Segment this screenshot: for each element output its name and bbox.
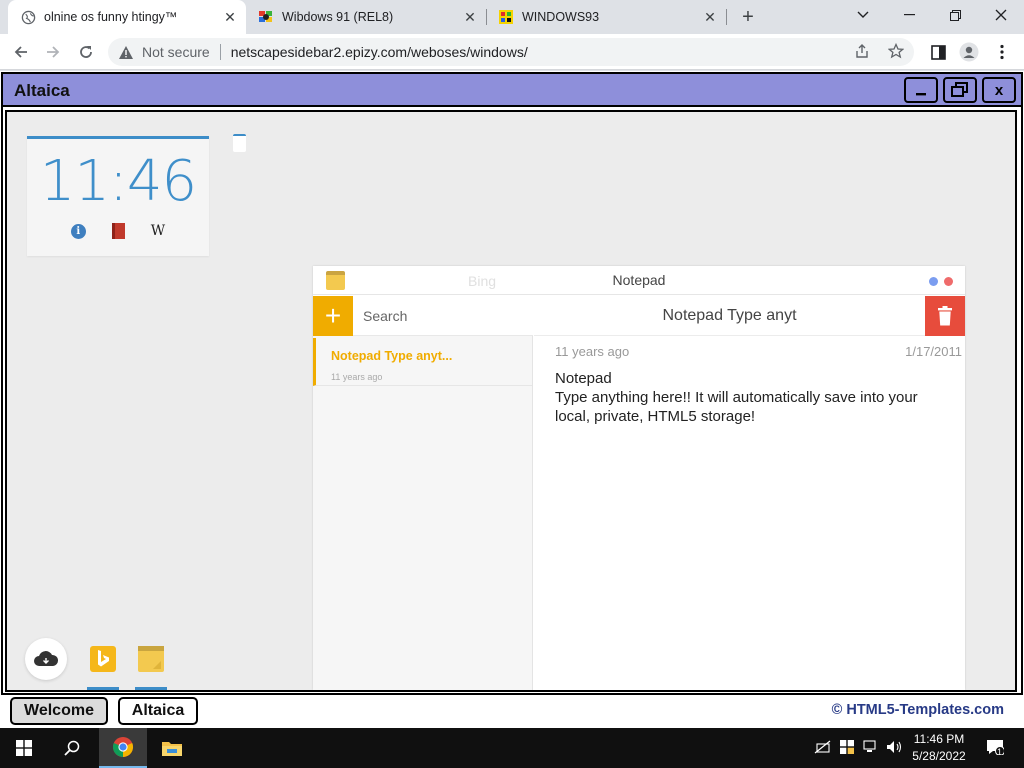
app-window: Altaica x 11:46 i W Bing Notepad + Searc…	[1, 72, 1023, 695]
network-disconnected-icon[interactable]	[814, 738, 832, 756]
app-desktop: 11:46 i W Bing Notepad + Search Notepad …	[5, 110, 1017, 692]
tab-strip: olnine os funny htingy™ ✕ Wibdows 91 (RE…	[0, 0, 1024, 34]
windows-taskbar: 11:46 PM 5/28/2022 1	[0, 728, 1024, 768]
note-text-line: Notepad	[555, 370, 612, 387]
address-bar[interactable]: Not secure netscapesidebar2.epizy.com/we…	[108, 38, 914, 66]
sticky-note-icon	[326, 271, 345, 290]
notepad-titlebar[interactable]: Bing Notepad	[313, 266, 965, 295]
book-icon[interactable]	[111, 223, 125, 239]
app-titlebar[interactable]: Altaica x	[3, 74, 1021, 107]
notepad-title: Notepad	[612, 272, 666, 288]
url-text[interactable]: netscapesidebar2.epizy.com/weboses/windo…	[231, 44, 528, 60]
start-windows-icon[interactable]	[0, 728, 48, 768]
web-page: Altaica x 11:46 i W Bing Notepad + Searc…	[0, 71, 1024, 728]
active-indicator	[87, 687, 119, 690]
search-icon[interactable]	[48, 728, 96, 768]
close-window-icon[interactable]	[978, 0, 1024, 30]
app-title: Altaica	[14, 81, 70, 100]
tab-close-icon[interactable]: ✕	[700, 7, 720, 27]
note-item-age: 11 years ago	[331, 372, 383, 382]
not-secure-label[interactable]: Not secure	[142, 44, 210, 60]
minimize-dot-icon[interactable]	[929, 277, 938, 286]
notes-sidebar: + Notepad Type anyt... 11 years ago	[313, 296, 533, 690]
note-title[interactable]: Notepad Type anyt	[534, 307, 925, 325]
trash-icon	[938, 306, 952, 326]
page-bottom-bar: Welcome Altaica © HTML5-Templates.com	[0, 695, 1024, 728]
file-explorer-icon[interactable]	[148, 728, 196, 768]
active-indicator	[135, 687, 167, 690]
windows-update-icon[interactable]	[838, 738, 856, 756]
bing-icon	[90, 646, 116, 672]
note-item-title: Notepad Type anyt...	[331, 349, 453, 363]
note-editor[interactable]: 11 years ago 1/17/2011 Notepad Type anyt…	[534, 337, 965, 690]
bookmark-star-icon[interactable]	[887, 42, 905, 62]
app-minimize-button[interactable]	[904, 77, 938, 103]
system-clock[interactable]: 11:46 PM 5/28/2022	[904, 731, 974, 765]
add-note-button[interactable]: +	[313, 296, 353, 336]
note-text[interactable]: Notepad Type anything here!! It will aut…	[555, 369, 950, 426]
close-dot-icon[interactable]	[944, 277, 953, 286]
mini-widget[interactable]	[233, 134, 246, 152]
bing-dock-item[interactable]	[87, 644, 121, 690]
search-input[interactable]	[353, 296, 533, 336]
network-icon[interactable]	[862, 738, 880, 756]
info-icon[interactable]: i	[70, 223, 86, 239]
credit-link[interactable]: © HTML5-Templates.com	[832, 702, 1004, 718]
note-age: 11 years ago	[555, 344, 630, 359]
globe-icon	[20, 9, 36, 25]
note-list-item[interactable]: Notepad Type anyt... 11 years ago	[313, 338, 532, 386]
tab-windows93[interactable]: WINDOWS93 ✕	[486, 0, 726, 34]
tab-title: WINDOWS93	[522, 10, 600, 24]
tab-olnine-os[interactable]: olnine os funny htingy™ ✕	[8, 0, 246, 34]
chrome-icon[interactable]	[99, 728, 147, 768]
notepad-dock-item[interactable]	[135, 644, 169, 690]
back-arrow-icon[interactable]	[8, 39, 34, 65]
notifications-icon[interactable]: 1	[983, 738, 1007, 757]
share-icon[interactable]	[854, 43, 870, 62]
windows-flag-icon	[258, 9, 274, 25]
more-menu-icon[interactable]	[992, 42, 1012, 62]
reload-icon[interactable]	[73, 39, 99, 65]
tab-separator	[726, 9, 727, 25]
tab-wibdows-91[interactable]: Wibdows 91 (REL8) ✕	[246, 0, 486, 34]
divider	[219, 44, 221, 60]
note-date: 1/17/2011	[905, 344, 962, 359]
w93-icon	[498, 9, 514, 25]
welcome-tab[interactable]: Welcome	[10, 697, 108, 725]
profile-avatar-icon[interactable]	[959, 42, 979, 62]
restore-window-icon[interactable]	[932, 0, 978, 30]
w-icon[interactable]: W	[151, 223, 165, 239]
note-text-line: Type anything here!! It will automatical…	[555, 389, 918, 425]
app-maximize-button[interactable]	[943, 77, 977, 103]
clock-widget: 11:46 i W	[27, 136, 209, 256]
app-close-button[interactable]: x	[982, 77, 1016, 103]
cloud-icon[interactable]	[25, 638, 67, 680]
notification-count: 1	[997, 747, 1003, 757]
browser-toolbar: Not secure netscapesidebar2.epizy.com/we…	[0, 34, 1024, 70]
warning-triangle-icon[interactable]	[118, 45, 136, 60]
delete-note-button[interactable]	[925, 296, 965, 336]
tab-title: Wibdows 91 (REL8)	[282, 10, 394, 24]
note-header: Notepad Type anyt	[534, 296, 965, 336]
notepad-window: Bing Notepad + Notepad Type anyt... 11 y…	[313, 266, 965, 690]
sticky-note-icon	[138, 646, 164, 672]
tab-close-icon[interactable]: ✕	[220, 7, 240, 27]
side-panel-icon[interactable]	[928, 42, 948, 62]
new-tab-button[interactable]: +	[736, 5, 760, 29]
clock-time-text: 11:46 PM	[913, 732, 965, 746]
minimize-window-icon[interactable]	[886, 0, 932, 30]
clock-date-text: 5/28/2022	[912, 749, 966, 763]
tab-close-icon[interactable]: ✕	[460, 7, 480, 27]
speaker-icon[interactable]	[886, 738, 904, 756]
ghost-window-label: Bing	[468, 273, 497, 289]
forward-arrow-icon[interactable]	[40, 39, 66, 65]
tab-search-chevron-icon[interactable]	[840, 0, 886, 30]
clock-time: 11:46	[39, 149, 197, 214]
altaica-tab[interactable]: Altaica	[118, 697, 198, 725]
tab-title: olnine os funny htingy™	[44, 10, 178, 24]
